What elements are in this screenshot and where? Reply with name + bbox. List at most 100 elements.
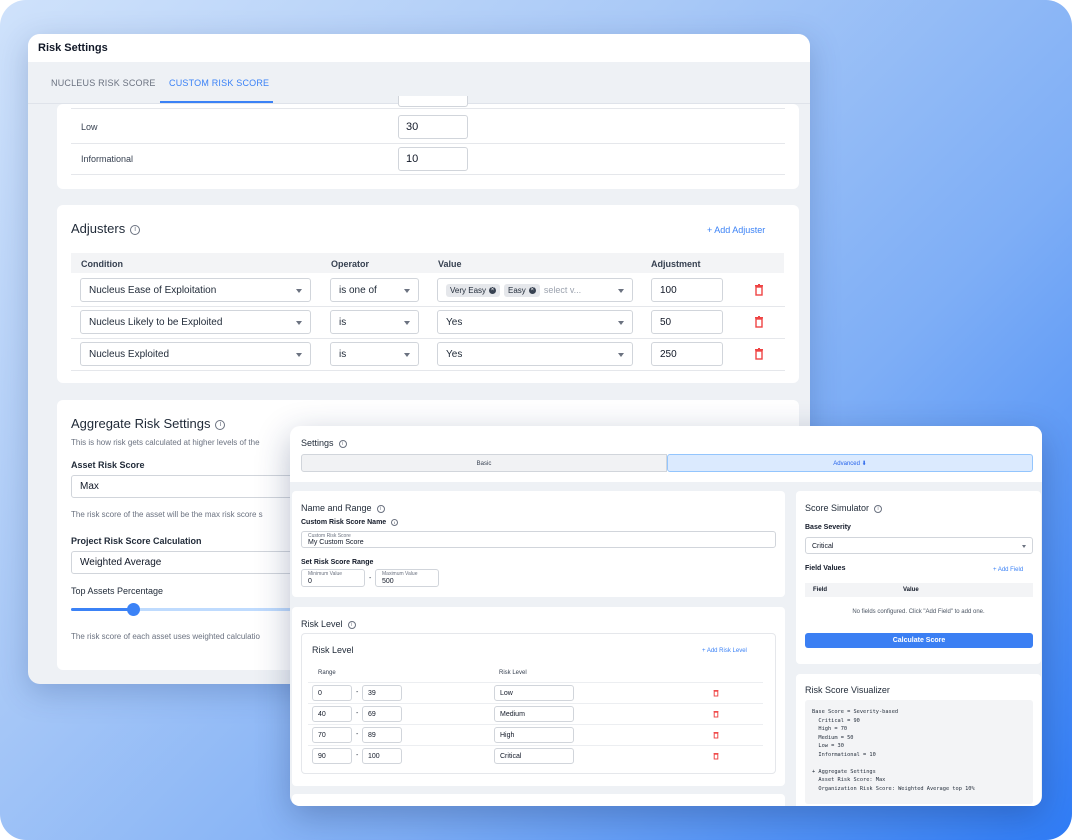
info-icon[interactable]: i xyxy=(874,504,883,513)
adjustment-input[interactable]: 250 xyxy=(651,342,723,366)
info-icon[interactable]: i xyxy=(338,439,347,448)
trash-icon[interactable] xyxy=(754,284,764,296)
range-max-input[interactable]: 69 xyxy=(362,706,402,722)
add-risk-level-button[interactable]: + Add Risk Level xyxy=(702,648,747,654)
range-max-input[interactable]: 89 xyxy=(362,727,402,743)
mode-basic[interactable]: Basic xyxy=(301,454,667,472)
value-text: Yes xyxy=(446,317,463,328)
value-chip[interactable]: Easy × xyxy=(504,284,540,297)
risk-level-row: 0-39 Low xyxy=(308,682,763,702)
operator-select[interactable]: is xyxy=(330,342,419,366)
range-min-input[interactable]: 90 xyxy=(312,748,352,764)
value-chip[interactable]: Very Easy × xyxy=(446,284,501,297)
trash-icon[interactable] xyxy=(713,752,719,760)
adjustment-input[interactable]: 100 xyxy=(651,278,723,302)
fields-empty-text: No fields configured. Click "Add Field" … xyxy=(852,609,985,615)
tab-custom-risk-score[interactable]: CUSTOM RISK SCORE xyxy=(169,78,269,88)
risk-level-input[interactable]: Medium xyxy=(494,706,574,722)
condition-select[interactable]: Nucleus Ease of Exploitation xyxy=(80,278,311,302)
chevron-down-icon xyxy=(618,289,624,293)
custom-name-input[interactable]: Custom Risk Score My Custom Score xyxy=(301,531,776,548)
asset-risk-help: The risk score of the asset will be the … xyxy=(71,510,263,519)
trash-icon[interactable] xyxy=(754,316,764,328)
slider-thumb[interactable] xyxy=(127,603,140,616)
trash-icon[interactable] xyxy=(713,689,719,697)
col-value: Value xyxy=(903,587,919,593)
min-value-input[interactable]: Minimum Value 0 xyxy=(301,569,365,587)
adjusters-card: Adjusters i + Add Adjuster Condition Oper… xyxy=(57,205,799,383)
max-value-input[interactable]: Maximum Value 500 xyxy=(375,569,439,587)
adjustment-input[interactable]: 50 xyxy=(651,310,723,334)
risk-level-input[interactable]: Critical xyxy=(494,748,574,764)
range-min-input[interactable]: 70 xyxy=(312,727,352,743)
operator-select[interactable]: is one of xyxy=(330,278,419,302)
operator-value: is one of xyxy=(339,285,377,296)
visualizer-line: High = 70 xyxy=(812,726,848,732)
chevron-down-icon xyxy=(618,321,624,325)
trash-icon[interactable] xyxy=(713,731,719,739)
operator-select[interactable]: is xyxy=(330,310,419,334)
trash-icon[interactable] xyxy=(713,710,719,718)
info-icon[interactable]: i xyxy=(215,419,226,430)
fields-table-header: Field Value xyxy=(805,583,1033,597)
add-field-button[interactable]: + Add Field xyxy=(993,567,1023,573)
window-title: Risk Settings xyxy=(28,34,810,62)
close-icon[interactable]: × xyxy=(528,287,536,295)
min-floating-label: Minimum Value xyxy=(308,571,343,577)
info-icon[interactable]: i xyxy=(391,519,399,526)
mode-advanced[interactable]: Advanced ⬇ xyxy=(667,454,1033,472)
condition-select[interactable]: Nucleus Exploited xyxy=(80,342,311,366)
value-text: Yes xyxy=(446,349,463,360)
range-dash: - xyxy=(369,575,372,582)
calculate-score-button[interactable]: Calculate Score xyxy=(805,633,1033,648)
range-min-input[interactable]: 40 xyxy=(312,706,352,722)
max-value: 500 xyxy=(382,578,394,585)
visualizer-line: Medium = 50 xyxy=(812,734,854,741)
adjusters-table-header: Condition Operator Value Adjustment xyxy=(71,253,784,273)
visualizer-line xyxy=(812,759,1026,768)
value-select[interactable]: Yes xyxy=(437,342,633,366)
add-adjuster-button[interactable]: + Add Adjuster xyxy=(707,225,765,235)
tab-nucleus-risk-score[interactable]: NUCLEUS RISK SCORE xyxy=(51,78,156,88)
risk-level-row: 90-100 Critical xyxy=(308,745,763,765)
severity-input-clipped[interactable] xyxy=(398,96,468,107)
range-max-input[interactable]: 39 xyxy=(362,685,402,701)
chevron-down-icon xyxy=(618,353,624,357)
trash-icon[interactable] xyxy=(754,348,764,360)
visualizer-line: Asset Risk Score: Max xyxy=(812,777,886,783)
max-floating-label: Maximum Value xyxy=(382,571,418,577)
chevron-down-icon xyxy=(296,321,302,325)
bottom-help: The risk score of each asset uses weight… xyxy=(71,632,260,641)
info-icon[interactable]: i xyxy=(130,224,141,235)
condition-select[interactable]: Nucleus Likely to be Exploited xyxy=(80,310,311,334)
risk-visualizer-card: Risk Score Visualizer Base Score = Sever… xyxy=(796,674,1041,806)
value-multiselect[interactable]: Very Easy × Easy × select v... xyxy=(437,278,633,302)
active-tab-indicator xyxy=(160,101,273,103)
chevron-down-icon xyxy=(296,289,302,293)
visualizer-line: Critical = 90 xyxy=(812,717,860,724)
value-select[interactable]: Yes xyxy=(437,310,633,334)
range-min-input[interactable]: 0 xyxy=(312,685,352,701)
name-range-title-text: Name and Range xyxy=(301,503,372,513)
info-icon[interactable]: i xyxy=(376,504,385,513)
close-icon[interactable]: × xyxy=(489,287,497,295)
risk-level-input[interactable]: High xyxy=(494,727,574,743)
range-max-input[interactable]: 100 xyxy=(362,748,402,764)
base-severity-select[interactable]: Critical xyxy=(805,537,1033,554)
visualizer-line: Low = 30 xyxy=(812,743,844,749)
row-divider xyxy=(71,143,785,144)
severity-input-informational[interactable]: 10 xyxy=(398,147,468,171)
visualizer-line: + Aggregate Settings xyxy=(812,768,876,775)
risk-level-input[interactable]: Low xyxy=(494,685,574,701)
severity-input-low[interactable]: 30 xyxy=(398,115,468,139)
condition-value: Nucleus Likely to be Exploited xyxy=(89,317,223,328)
field-values-label: Field Values xyxy=(805,565,846,572)
range-dash: - xyxy=(356,689,359,696)
background: Risk Settings NUCLEUS RISK SCORE CUSTOM … xyxy=(0,0,1072,840)
col-adjustment: Adjustment xyxy=(651,259,701,269)
info-icon[interactable]: i xyxy=(347,620,356,629)
settings-header: Settings i Basic Advanced ⬇ xyxy=(290,426,1042,482)
col-condition: Condition xyxy=(81,259,123,269)
range-label: Set Risk Score Range xyxy=(301,559,374,566)
visualizer-line: Organization Risk Score: Weighted Averag… xyxy=(812,785,975,792)
